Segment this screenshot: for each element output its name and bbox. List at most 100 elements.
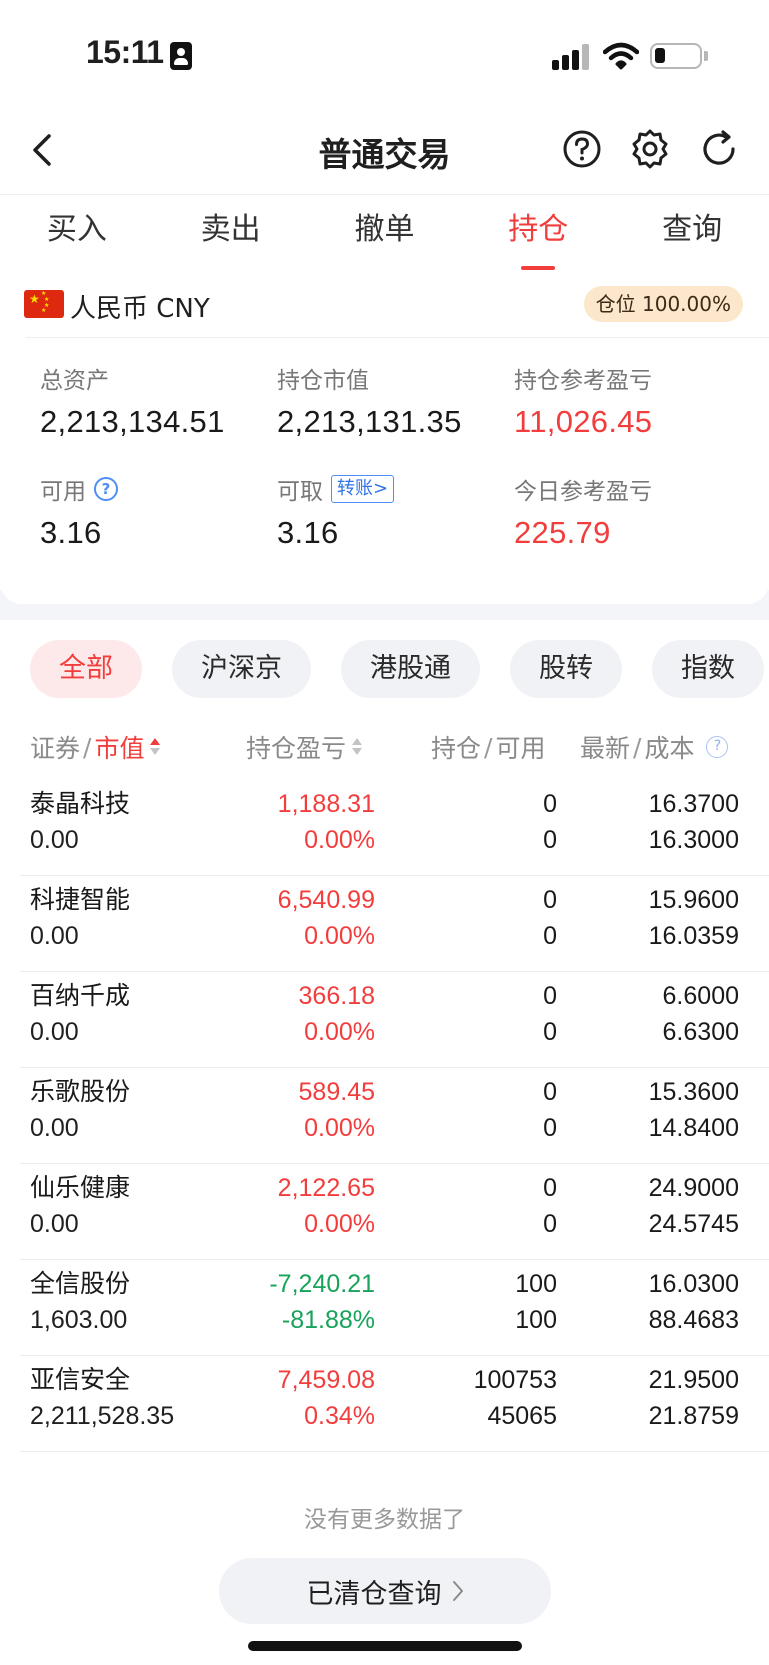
available-qty: 0 xyxy=(543,922,557,950)
table-row[interactable]: 科捷智能 0.00 6,540.99 0.00% 0 0 15.9600 16.0359 xyxy=(0,876,769,972)
position-pnl: 持仓参考盈亏 11,026.45 xyxy=(514,362,744,440)
market-value: 0.00 xyxy=(30,1210,79,1238)
security-name: 科捷智能 xyxy=(30,885,131,914)
cost-price: 16.3000 xyxy=(648,826,739,854)
security-name: 泰晶科技 xyxy=(30,789,131,818)
info-icon[interactable]: ? xyxy=(706,736,729,758)
person-icon xyxy=(170,42,192,70)
sort-icon xyxy=(150,737,161,757)
table-row[interactable]: 亚信安全 2,211,528.35 7,459.08 0.34% 100753 450… xyxy=(0,1356,769,1452)
pnl-percent: -81.88% xyxy=(281,1306,375,1334)
header-security: 证券 xyxy=(30,734,81,763)
tab-query[interactable]: 查询 xyxy=(615,195,769,270)
market-value: 0.00 xyxy=(30,1018,79,1046)
market-value-value: 2,213,131.35 xyxy=(277,404,462,439)
table-row[interactable]: 乐歌股份 0.00 589.45 0.00% 0 0 15.3600 14.8400 xyxy=(0,1068,769,1164)
china-flag-icon: ★ ★ ★ ★ ★ xyxy=(24,290,64,318)
cost-price: 88.4683 xyxy=(648,1306,739,1334)
withdrawable-label: 可取 xyxy=(277,479,323,505)
table-row[interactable]: 仙乐健康 0.00 2,122.65 0.00% 0 0 24.9000 24.5745 xyxy=(0,1164,769,1260)
pnl-amount: 2,122.65 xyxy=(277,1174,375,1202)
pnl-percent: 0.00% xyxy=(304,826,375,854)
latest-price: 15.3600 xyxy=(648,1078,739,1106)
tab-sell[interactable]: 卖出 xyxy=(154,195,308,270)
withdrawable-funds: 可取 转账> 3.16 xyxy=(277,473,507,551)
withdrawable-value: 3.16 xyxy=(277,515,339,550)
latest-price: 24.9000 xyxy=(648,1174,739,1202)
sort-icon xyxy=(352,737,363,757)
filter-neeq[interactable]: 股转 xyxy=(510,640,622,698)
header-latest-cost: 最新 / 成本 ? xyxy=(580,729,729,765)
security-name: 仙乐健康 xyxy=(30,1173,131,1202)
status-bar: 15:11 xyxy=(0,0,769,110)
market-value: 2,211,528.35 xyxy=(30,1402,175,1430)
total-assets-label: 总资产 xyxy=(40,368,109,394)
filter-hk-connect[interactable]: 港股通 xyxy=(341,640,480,698)
refresh-button[interactable] xyxy=(696,126,742,172)
question-icon[interactable]: ? xyxy=(94,477,118,501)
transfer-link[interactable]: 转账> xyxy=(331,475,395,503)
closed-positions-label: 已清仓查询 xyxy=(306,1578,442,1610)
available-qty: 0 xyxy=(543,826,557,854)
cost-price: 16.0359 xyxy=(648,922,739,950)
account-summary: 总资产 2,213,134.51 持仓市值 2,213,131.35 持仓参考盈… xyxy=(0,338,769,608)
settings-button[interactable] xyxy=(627,126,673,172)
filter-index[interactable]: 指数 xyxy=(652,640,764,698)
market-filters: 全部 沪深京 港股通 股转 指数 xyxy=(30,640,769,700)
tab-cancel-order[interactable]: 撤单 xyxy=(308,195,462,270)
cost-price: 6.6300 xyxy=(662,1018,739,1046)
latest-price: 16.3700 xyxy=(648,790,739,818)
position-pnl-label: 持仓参考盈亏 xyxy=(514,368,652,394)
position-ratio-badge: 仓位 100.00% xyxy=(583,286,743,322)
market-value: 1,603.00 xyxy=(30,1306,128,1334)
position-qty: 100 xyxy=(515,1270,557,1298)
tab-buy[interactable]: 买入 xyxy=(0,195,154,270)
cost-price: 24.5745 xyxy=(648,1210,739,1238)
pnl-amount: 589.45 xyxy=(298,1078,375,1106)
market-value: 持仓市值 2,213,131.35 xyxy=(277,362,507,440)
market-value: 0.00 xyxy=(30,826,79,854)
security-name: 亚信安全 xyxy=(30,1365,131,1394)
pnl-amount: 6,540.99 xyxy=(277,886,375,914)
no-more-data-text: 没有更多数据了 xyxy=(304,1507,465,1533)
closed-positions-button[interactable]: 已清仓查询 xyxy=(219,1558,551,1624)
available-qty: 0 xyxy=(543,1114,557,1142)
position-qty: 0 xyxy=(543,790,557,818)
tab-positions[interactable]: 持仓 xyxy=(461,195,615,270)
position-qty: 0 xyxy=(543,1174,557,1202)
home-indicator[interactable] xyxy=(248,1641,522,1651)
total-assets: 总资产 2,213,134.51 xyxy=(40,362,270,440)
header-pnl[interactable]: 持仓盈亏 xyxy=(246,729,363,765)
pnl-percent: 0.00% xyxy=(304,1210,375,1238)
position-qty: 0 xyxy=(543,1078,557,1106)
help-button[interactable] xyxy=(559,126,605,172)
latest-price: 6.6000 xyxy=(662,982,739,1010)
latest-price: 15.9600 xyxy=(648,886,739,914)
today-pnl-value: 225.79 xyxy=(514,515,611,550)
cost-price: 21.8759 xyxy=(648,1402,739,1430)
security-name: 乐歌股份 xyxy=(30,1077,131,1106)
available-qty: 100 xyxy=(515,1306,557,1334)
available-value: 3.16 xyxy=(40,515,102,550)
position-qty: 0 xyxy=(543,886,557,914)
table-row[interactable]: 百纳千成 0.00 366.18 0.00% 0 0 6.6000 6.6300 xyxy=(0,972,769,1068)
available-funds: 可用 ? 3.16 xyxy=(40,473,270,551)
available-qty: 45065 xyxy=(487,1402,557,1430)
filter-sh-sz-bj[interactable]: 沪深京 xyxy=(172,640,311,698)
pnl-amount: -7,240.21 xyxy=(269,1270,375,1298)
table-row[interactable]: 全信股份 1,603.00 -7,240.21 -81.88% 100 100 16.… xyxy=(0,1260,769,1356)
total-assets-value: 2,213,134.51 xyxy=(40,404,225,439)
latest-price: 21.9500 xyxy=(648,1366,739,1394)
table-row[interactable]: 泰晶科技 0.00 1,188.31 0.00% 0 0 16.3700 16.3000 xyxy=(0,780,769,876)
pnl-amount: 366.18 xyxy=(298,982,375,1010)
pnl-amount: 7,459.08 xyxy=(277,1366,375,1394)
pnl-percent: 0.34% xyxy=(304,1402,375,1430)
settings-icon xyxy=(632,129,668,169)
position-qty: 100753 xyxy=(473,1366,557,1394)
nav-header: 普通交易 xyxy=(0,110,769,194)
market-value-label: 持仓市值 xyxy=(277,368,369,394)
filter-all[interactable]: 全部 xyxy=(30,640,142,698)
currency-label: 人民币 CNY xyxy=(70,294,210,324)
header-position-available: 持仓 / 可用 xyxy=(431,732,546,764)
header-security-market-value[interactable]: 证券 / 市值 xyxy=(30,729,161,765)
